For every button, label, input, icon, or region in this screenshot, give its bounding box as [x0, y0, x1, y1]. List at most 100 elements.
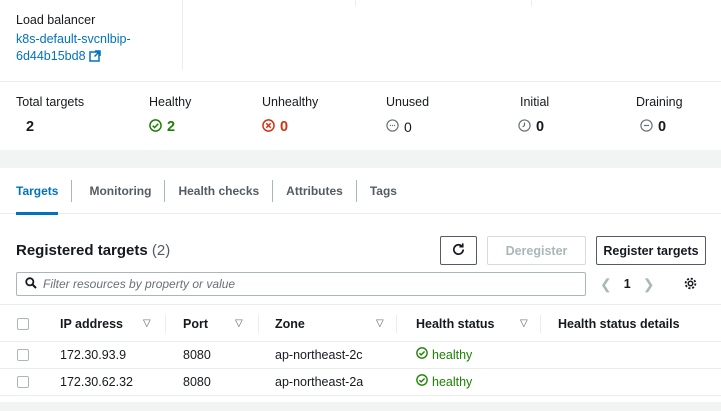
targets-table: IP address ▽ Port ▽ Zone ▽ Health status ▽ H… [0, 304, 721, 396]
filter-input[interactable] [43, 277, 563, 291]
gear-icon[interactable] [683, 276, 698, 294]
stat-label: Healthy [149, 95, 192, 109]
cell-port: 8080 [183, 348, 211, 362]
load-balancer-link[interactable]: k8s-default-svcnlbip- 6d44b15bd8 [16, 31, 166, 67]
targets-panel: Targets Monitoring Health checks Attribu… [0, 168, 721, 411]
stat-initial: Initial 0 [518, 94, 638, 137]
stat-value: 0 [536, 119, 545, 135]
cell-ip: 172.30.62.32 [60, 375, 133, 389]
section-title: Registered targets [16, 242, 148, 259]
column-header-label: Health status [416, 317, 495, 331]
pagination: ❮ 1 ❯ [600, 272, 654, 296]
load-balancer-field: Load balancer k8s-default-svcnlbip- 6d44… [16, 12, 166, 67]
stat-value: 2 [167, 119, 176, 135]
tab-bar: Targets Monitoring Health checks Attribu… [0, 168, 721, 215]
sort-icon: ▽ [376, 318, 384, 329]
cell-port: 8080 [183, 375, 211, 389]
stat-label: Draining [636, 95, 683, 109]
stat-label: Initial [520, 95, 550, 109]
select-all-checkbox[interactable] [17, 318, 29, 330]
column-header-health-status[interactable]: Health status ▽ [416, 305, 528, 343]
chevron-right-icon[interactable]: ❯ [643, 276, 655, 293]
column-divider [355, 0, 356, 6]
column-divider [182, 0, 183, 70]
details-panel: Load balancer k8s-default-svcnlbip- 6d44… [0, 0, 721, 82]
registered-targets-title: Registered targets (2) [16, 242, 170, 259]
column-divider [540, 315, 541, 333]
sort-icon: ▽ [143, 318, 151, 329]
stat-value-row: 0 [636, 117, 721, 137]
minus-circle-icon [640, 117, 653, 137]
registered-targets-header: Registered targets (2) Deregister Regist… [16, 236, 706, 266]
target-count: (2) [151, 242, 171, 259]
tab-tags[interactable]: Tags [357, 168, 410, 214]
column-header-zone[interactable]: Zone ▽ [275, 305, 384, 343]
table-header: IP address ▽ Port ▽ Zone ▽ Health status ▽ H… [0, 304, 721, 342]
content-footer-background [0, 402, 721, 411]
load-balancer-label: Load balancer [16, 13, 96, 27]
stat-unhealthy: Unhealthy 0 [262, 94, 382, 137]
sort-icon: ▽ [235, 318, 243, 329]
table-row[interactable]: 172.30.93.9 8080 ap-northeast-2c healthy [0, 342, 721, 369]
table-row[interactable]: 172.30.62.32 8080 ap-northeast-2a health… [0, 369, 721, 396]
check-circle-icon [416, 369, 428, 396]
clock-icon [518, 117, 531, 137]
minus-circle-icon [386, 117, 399, 137]
stat-label: Unused [386, 95, 430, 109]
register-targets-button[interactable]: Register targets [596, 236, 706, 265]
stat-value-row: 0 [518, 117, 638, 137]
search-icon [25, 276, 37, 292]
column-header-label: Port [183, 317, 208, 331]
stat-value: 0 [404, 119, 412, 135]
load-balancer-link-line2: 6d44b15bd8 [16, 49, 86, 63]
tab-attributes[interactable]: Attributes [273, 168, 356, 214]
column-header-health-details[interactable]: Health status details [558, 305, 680, 343]
stat-healthy: Healthy 2 [149, 94, 269, 137]
health-status-text: healthy [432, 348, 473, 362]
stat-value: 2 [26, 119, 35, 135]
cell-ip: 172.30.93.9 [60, 348, 127, 362]
stat-value: 0 [658, 119, 667, 135]
cell-zone: ap-northeast-2c [275, 348, 363, 362]
stat-label: Unhealthy [262, 95, 319, 109]
stat-value-row: 2 [16, 117, 136, 137]
external-link-icon [88, 50, 101, 67]
stat-value-row: 2 [149, 117, 269, 137]
stat-draining: Draining 0 [636, 94, 721, 137]
refresh-icon [451, 242, 466, 260]
cell-health-status: healthy [416, 342, 472, 369]
column-divider [258, 315, 259, 333]
deregister-button[interactable]: Deregister [487, 236, 586, 265]
sort-icon: ▽ [520, 318, 528, 329]
stat-value-row: 0 [386, 117, 506, 137]
column-divider [396, 315, 397, 333]
cell-health-status: healthy [416, 369, 472, 396]
x-circle-icon [262, 117, 275, 137]
column-divider [531, 0, 532, 6]
stat-value-row: 0 [262, 117, 382, 137]
column-header-port[interactable]: Port ▽ [183, 305, 243, 343]
check-circle-icon [416, 342, 428, 369]
target-stats: Total targets 2 Healthy 2 Unhealthy 0 Un… [0, 82, 721, 150]
row-checkbox[interactable] [17, 349, 29, 361]
health-status-text: healthy [432, 375, 473, 389]
column-header-label: IP address [60, 317, 124, 331]
stat-value: 0 [280, 119, 289, 135]
column-header-label: Zone [275, 317, 305, 331]
column-header-ip[interactable]: IP address ▽ [60, 305, 151, 343]
filter-box [16, 272, 586, 296]
tab-health-checks[interactable]: Health checks [165, 168, 272, 214]
chevron-left-icon[interactable]: ❮ [600, 276, 612, 293]
row-checkbox[interactable] [17, 376, 29, 388]
current-page[interactable]: 1 [624, 277, 631, 291]
cell-zone: ap-northeast-2a [275, 375, 364, 389]
check-circle-icon [149, 117, 162, 137]
tab-monitoring[interactable]: Monitoring [72, 168, 164, 214]
stat-label: Total targets [16, 95, 85, 109]
stat-unused: Unused 0 [386, 94, 506, 137]
stat-total-targets: Total targets 2 [16, 94, 136, 137]
refresh-button[interactable] [440, 236, 477, 265]
load-balancer-link-line1: k8s-default-svcnlbip- [16, 32, 131, 46]
tab-targets[interactable]: Targets [16, 168, 71, 215]
column-divider [165, 315, 166, 333]
